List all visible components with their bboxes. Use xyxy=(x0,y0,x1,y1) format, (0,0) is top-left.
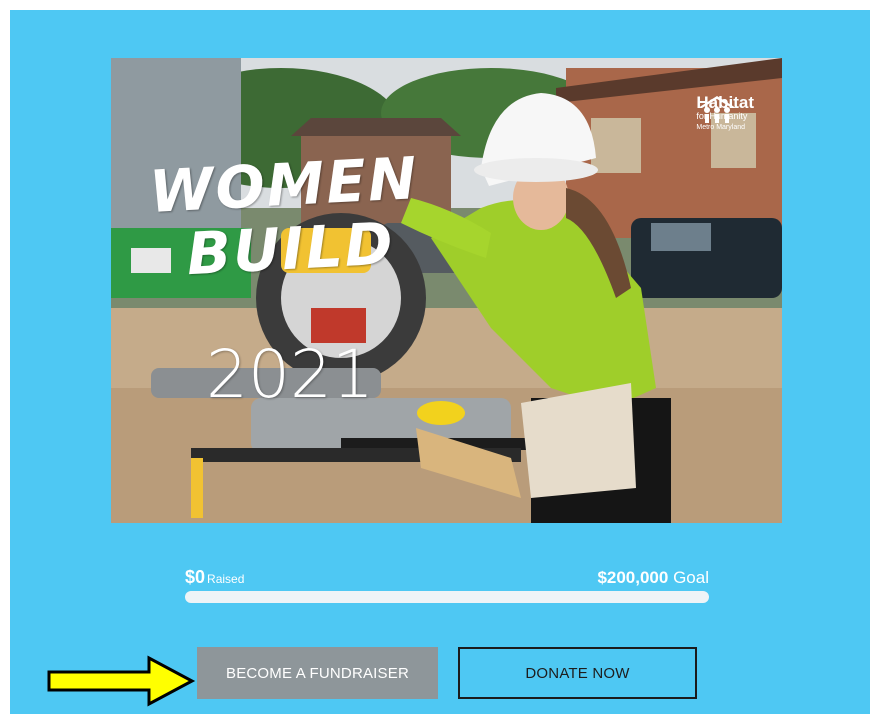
raised-amount-block: $0 Raised xyxy=(185,567,244,588)
habitat-logo: Habitat for Humanity Metro Maryland xyxy=(696,94,754,133)
donate-now-button[interactable]: DONATE NOW xyxy=(458,647,697,699)
progress-bar xyxy=(185,591,709,603)
fundraising-progress-labels: $0 Raised $200,000 Goal xyxy=(185,562,709,588)
goal-amount-block: $200,000 Goal xyxy=(597,568,709,588)
goal-label: Goal xyxy=(673,568,709,587)
hero-year: 2021 xyxy=(206,336,374,413)
raised-label: Raised xyxy=(207,572,245,586)
hero-image: WOMEN BUILD 2021 Habitat for Humanity Me… xyxy=(111,58,782,523)
become-fundraiser-button[interactable]: BECOME A FUNDRAISER xyxy=(197,647,438,699)
yellow-arrow-icon xyxy=(47,655,196,707)
raised-amount: $0 xyxy=(185,567,206,587)
hero-photo-illustration xyxy=(111,58,782,523)
hero-title-line2: BUILD xyxy=(185,209,397,289)
habitat-house-icon xyxy=(698,96,737,123)
hero-title: WOMEN BUILD xyxy=(148,144,424,289)
goal-amount: $200,000 xyxy=(597,568,669,587)
